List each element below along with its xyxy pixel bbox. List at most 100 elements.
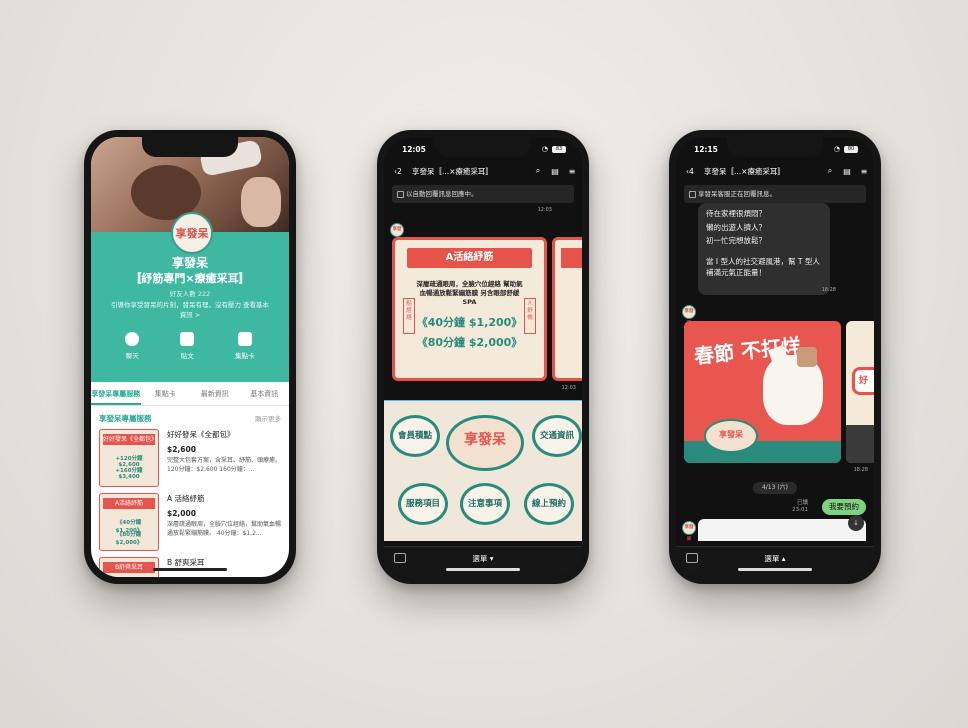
agent-reply-notice: 享發呆客服正在回覆訊息。 [684,185,866,203]
card-logo: 享發呆 [704,419,758,453]
product-price: $2,000 [167,509,196,518]
home-indicator [738,568,812,571]
phone-notch [142,137,238,157]
rich-menu-notes[interactable]: 注意事項 [460,483,510,525]
chat-header: ‹2 享發呆〚...×療癒采耳〛 ⌕ ▤ ≡ [384,161,582,181]
tab-news[interactable]: 最新資訊 [190,383,240,405]
wifi-icon: ◔ [541,145,548,153]
product-desc: 深層疏通眼周，全臉穴位經絡，幫助氣血暢通放鬆緊繃筋膜。 40分鐘：$1,2... [167,521,282,537]
tab-services[interactable]: 享發呆專屬服務 [91,383,141,405]
home-indicator [153,568,227,571]
friend-count: 好友人數 222 [169,290,211,298]
tab-info[interactable]: 基本資訊 [240,383,290,405]
keyboard-icon[interactable] [686,553,698,563]
phone-notch [435,137,531,157]
chat-header: ‹4 享發呆〚...×療癒采耳〛 ⌕ ▤ ≡ [676,161,874,181]
back-button[interactable]: ‹2 [394,167,408,176]
rich-menu: 會員積點 享發呆 交通資訊 服務項目 注意事項 線上預約 [384,400,582,541]
date-divider: 4/13 (六) [753,482,797,494]
message-time: 12:03 [561,385,576,391]
note-icon[interactable]: ▤ [548,167,562,176]
back-button[interactable]: ‹4 [686,167,700,176]
account-subtitle: 〚紓筋專門×療癒采耳〛 [130,272,250,285]
product-name: 好好發呆《全都包》 [167,430,235,439]
keyboard-icon[interactable] [394,553,406,563]
message-time: 18:28 [821,287,836,293]
card-icon [237,332,252,346]
product-thumbnail: B舒爽采耳 [99,557,159,577]
point-card-button[interactable]: 集點卡 [235,332,255,360]
posts-button[interactable]: 貼文 [180,332,195,360]
auto-reply-notice: 以自動回覆訊息回應中。 [392,185,574,203]
menu-bar[interactable]: 選單 ▴ [676,546,874,577]
battery-icon: 80 [844,146,858,153]
card-price-40: 《40分鐘 $1,200》 [416,316,523,329]
message-time: 12:03 [537,207,552,213]
product-item[interactable]: 好好發呆《全都包》 +120分鐘 $2,600 +160分鐘 $3,400 好好… [99,429,281,487]
product-name: B 舒爽采耳 [167,558,205,567]
home-indicator [446,568,520,571]
account-name: 享發呆 [171,256,208,270]
avatar: 享發呆 [390,223,404,244]
service-card-b-peek[interactable] [552,237,582,381]
search-icon[interactable]: ⌕ [823,166,837,176]
rich-menu-traffic[interactable]: 交通資訊 [532,415,582,457]
message-time: 18:28 [853,467,868,473]
product-desc: 完整大包套方案，含采耳、紓筋、頭療癒。 120分鐘：$2,600 160分鐘：.… [167,457,282,473]
avatar: 享發呆 [682,521,696,542]
menu-toggle[interactable]: 選單 ▾ [472,554,493,563]
card-price-80: 《80分鐘 $2,000》 [416,336,523,349]
product-item[interactable]: A活絡紓筋 《40分鐘 $1,200》 《80分鐘 $2,000》 A 活絡紓筋… [99,493,281,551]
my-message-bubble: 我要預約 [822,499,866,515]
battery-icon: 83 [552,146,566,153]
profile-tabs: 享發呆專屬服務 集點卡 最新資訊 基本資訊 [91,383,289,406]
menu-toggle[interactable]: 選單 ▴ [764,554,785,563]
search-icon[interactable]: ⌕ [531,166,545,176]
spring-festival-card[interactable]: 春節 不打烊 享發呆 [684,321,841,463]
message-bubble: 待在家裡很煩悶？ 懶的出遊人擠人？ 初一忙完想放鬆？ 當 I 型人的社交避風港，… [698,203,830,295]
product-item[interactable]: B舒爽采耳 B 舒爽采耳 [99,557,281,577]
product-name: A 活絡紓筋 [167,494,205,503]
rich-menu-logo: 享發呆 [446,415,524,471]
chat-title: 享發呆〚...×療癒采耳〛 [412,166,493,176]
action-bar: 聊天 貼文 集點卡 [91,332,289,360]
phone-line-profile: 享發呆 享發呆 〚紓筋專門×療癒采耳〛 好友人數 222 引導你享受發呆的片刻，… [84,130,296,584]
cat-illustration [763,347,823,425]
product-price: $2,600 [167,445,196,454]
account-logo: 享發呆 [171,212,213,254]
product-thumbnail: 好好發呆《全都包》 +120分鐘 $2,600 +160分鐘 $3,400 [99,429,159,487]
phone-chat-conversation: 12:15 ◔ 80 ‹4 享發呆〚...×療癒采耳〛 ⌕ ▤ ≡ 享發呆客服正… [669,130,881,584]
post-icon [180,332,195,346]
chat-title: 享發呆〚...×療癒采耳〛 [704,166,785,176]
scroll-down-button[interactable]: ↓ [848,515,864,531]
chat-screen: 12:15 ◔ 80 ‹4 享發呆〚...×療癒采耳〛 ⌕ ▤ ≡ 享發呆客服正… [676,137,874,577]
promo-card-peek[interactable]: 好 [846,321,874,463]
chat-button[interactable]: 聊天 [125,332,140,360]
note-icon[interactable]: ▤ [840,167,854,176]
services-header: 享發呆專屬服務 顯示更多 [99,413,281,424]
rich-menu-services[interactable]: 服務項目 [398,483,448,525]
phone-chat-menu: 12:05 ◔ 83 ‹2 享發呆〚...×療癒采耳〛 ⌕ ▤ ≡ 以自動回覆訊… [377,130,589,584]
status-time: 12:05 [402,145,426,154]
product-thumbnail: A活絡紓筋 《40分鐘 $1,200》 《80分鐘 $2,000》 [99,493,159,551]
tab-point-card[interactable]: 集點卡 [141,383,191,405]
profile-header: 享發呆 享發呆 〚紓筋專門×療癒采耳〛 好友人數 222 引導你享受發呆的片刻，… [91,212,289,382]
profile-screen: 享發呆 享發呆 〚紓筋專門×療癒采耳〛 好友人數 222 引導你享受發呆的片刻，… [91,137,289,577]
service-card-a[interactable]: A活絡紓筋 點經絡 人舒暢 深層疏通眼周，全臉穴位經絡 幫助氣血暢通放鬆緊繃筋膜… [392,237,547,381]
menu-bar[interactable]: 選單 ▾ [384,546,582,577]
account-description[interactable]: 引導你享受發呆的片刻，發呆有理，沒有壓力 查看基本資訊 > [109,300,271,320]
menu-icon[interactable]: ≡ [565,167,579,176]
menu-icon[interactable]: ≡ [857,167,871,176]
rich-menu-booking[interactable]: 線上預約 [524,483,574,525]
status-time: 12:15 [694,145,718,154]
wifi-icon: ◔ [833,145,840,153]
section-title: 享發呆專屬服務 [99,414,152,423]
incoming-message-preview [698,519,866,541]
card-body: 深層疏通眼周，全臉穴位經絡 幫助氣血暢通放鬆緊繃筋膜 另含眼部舒緩SPA [416,280,523,306]
card-banner: A活絡紓筋 [407,248,532,268]
avatar: 享發呆 [682,305,696,326]
rich-menu-points[interactable]: 會員積點 [390,415,440,457]
chat-icon [125,332,140,346]
show-more-link[interactable]: 顯示更多 [255,413,281,424]
chat-screen: 12:05 ◔ 83 ‹2 享發呆〚...×療癒采耳〛 ⌕ ▤ ≡ 以自動回覆訊… [384,137,582,577]
